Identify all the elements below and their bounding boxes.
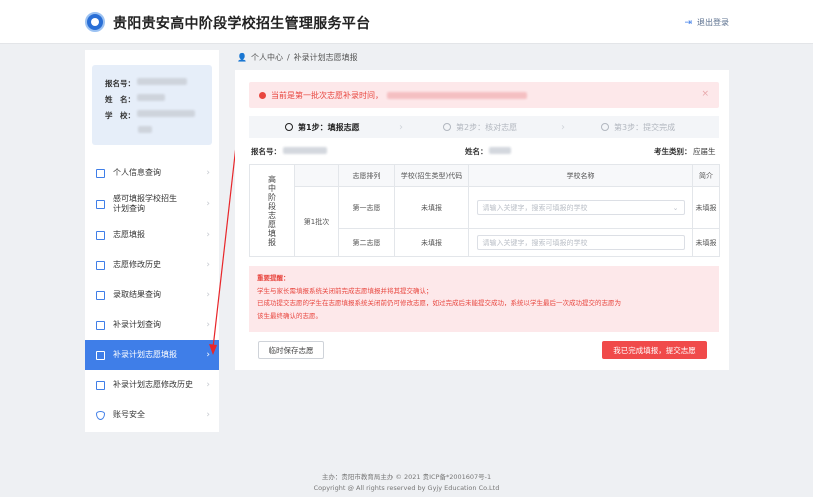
profile-school-value-redacted (137, 110, 195, 117)
alert-icon (259, 91, 266, 99)
sidebar-item-personal-info[interactable]: 个人信息查询 › (85, 158, 219, 188)
sidebar-item-volunteer-fill[interactable]: 志愿填报 › (85, 220, 219, 250)
profile-name-row: 姓 名： (105, 94, 165, 105)
table-row: 第1批次 第一志愿 未填报 请输入关键字，搜索可填报的学校 ⌄ 未填报 (250, 186, 720, 257)
plan-icon (96, 320, 105, 330)
notice-line: 该生最终确认的志愿。 (257, 311, 322, 320)
table-header-order: 志愿排列 (338, 164, 395, 187)
submit-button[interactable]: 我已完成填报，提交志愿 (602, 341, 707, 359)
sidebar-item-volunteer-history[interactable]: 志愿修改历史 › (85, 250, 219, 280)
step-3: 第3步：提交完成 (601, 122, 675, 133)
step-indicator: 第1步：填报志愿 › 第2步：核对志愿 › 第3步：提交完成 (249, 116, 719, 138)
main-panel: 当前是第一批次志愿补录时间， × 第1步：填报志愿 › 第2步：核对志愿 › 第… (235, 70, 729, 370)
school-select-1[interactable]: 请输入关键字，搜索可填报的学校 ⌄ (476, 200, 685, 215)
school-icon (96, 199, 105, 209)
close-icon[interactable]: × (701, 89, 709, 99)
pencil-icon (96, 230, 105, 240)
student-type-label: 考生类别： (654, 147, 692, 156)
step-2: 第2步：核对志愿 (443, 122, 517, 133)
table-header-school: 学校名称 (468, 164, 693, 187)
school-select-2[interactable]: 请输入关键字，搜索可填报的学校 (476, 235, 685, 250)
sidebar-item-supplement-history[interactable]: 补录计划志愿修改历史 › (85, 370, 219, 400)
user-icon: 👤 (237, 53, 247, 62)
important-notice: 重要提醒： 学生与家长需填报系统关闭前完成志愿填报并将其提交确认； 已成功提交志… (249, 266, 719, 332)
profile-school-value-redacted-2 (138, 126, 152, 133)
table-header-batch (294, 164, 339, 187)
alert-text: 当前是第一批次志愿补录时间， (271, 90, 383, 100)
profile-reg-label: 报名号： (105, 79, 135, 88)
chevron-right-icon: › (561, 121, 565, 133)
history-icon (96, 380, 105, 390)
time-alert: 当前是第一批次志愿补录时间， × (249, 82, 719, 108)
logout-label: 退出登录 (697, 18, 729, 27)
breadcrumb-home[interactable]: 个人中心 (251, 52, 283, 63)
footer: 主办：贵阳市教育局主办 © 2021 贵ICP备*2001607号-1 Copy… (0, 472, 813, 494)
sidebar-item-supplement-fill[interactable]: 补录计划志愿填报 › (85, 340, 219, 370)
platform-logo-icon (85, 12, 105, 32)
chevron-right-icon: › (206, 410, 210, 420)
student-reg-redacted (283, 147, 327, 154)
volunteer-table: 高中阶段志愿填报 志愿排列 学校(招生类型)代码 学校名称 简介 第1批次 第一… (249, 164, 720, 257)
step-circle-icon (601, 123, 609, 131)
school-select-cell: 请输入关键字，搜索可填报的学校 (468, 228, 693, 257)
order-cell: 第一志愿 (338, 186, 395, 229)
logout-icon: ⇥ (684, 17, 692, 28)
logout-button[interactable]: ⇥ 退出登录 (684, 17, 729, 28)
batch-cell: 第1批次 (294, 186, 339, 257)
table-side-label: 高中阶段志愿填报 (249, 164, 295, 257)
breadcrumb-current: 补录计划志愿填报 (293, 53, 358, 62)
search-doc-icon (96, 290, 105, 300)
table-header-code: 学校(招生类型)代码 (394, 164, 469, 187)
order-cell: 第二志愿 (338, 228, 395, 257)
top-header: 贵阳贵安高中阶段学校招生管理服务平台 ⇥ 退出登录 (0, 0, 813, 44)
breadcrumb-separator: / (286, 53, 290, 62)
table-header-intro: 简介 (692, 164, 720, 187)
sidebar-item-school-plan[interactable]: 感可填报学校招生计划查询 › (85, 188, 219, 220)
student-reg-label: 报名号： (251, 147, 281, 156)
select-placeholder: 请输入关键字，搜索可填报的学校 (482, 238, 588, 247)
form-icon (96, 350, 105, 360)
chevron-right-icon: › (206, 380, 210, 390)
notice-title: 重要提醒： (257, 274, 290, 282)
school-select-cell: 请输入关键字，搜索可填报的学校 ⌄ (468, 186, 693, 229)
alert-time-redacted (387, 91, 527, 99)
site-title: 贵阳贵安高中阶段学校招生管理服务平台 (113, 16, 371, 32)
intro-cell: 未填报 (692, 228, 720, 257)
profile-name-value-redacted (137, 94, 165, 101)
step-1: 第1步：填报志愿 (285, 122, 360, 133)
student-name-redacted (489, 147, 511, 154)
step-1-label: 第1步：填报志愿 (298, 122, 360, 132)
chevron-right-icon: › (399, 121, 403, 133)
id-card-icon (96, 168, 105, 178)
profile-school-row: 学 校： (105, 110, 195, 121)
profile-reg-row: 报名号： (105, 78, 187, 89)
sidebar-item-account-security[interactable]: 账号安全 › (85, 400, 219, 430)
save-draft-button[interactable]: 临时保存志愿 (258, 341, 324, 359)
student-type-value: 应届生 (693, 147, 716, 156)
intro-cell: 未填报 (692, 186, 720, 229)
edit-icon (96, 260, 105, 270)
profile-card: 报名号： 姓 名： 学 校： (92, 65, 212, 145)
profile-name-label: 姓 名： (105, 95, 135, 104)
code-cell: 未填报 (394, 228, 469, 257)
breadcrumb: 👤 个人中心 / 补录计划志愿填报 (237, 52, 358, 63)
step-2-label: 第2步：核对志愿 (456, 122, 518, 132)
chevron-down-icon: ⌄ (672, 203, 679, 212)
footer-line-2: Copyright @ All rights reserved by Gyjy … (313, 484, 500, 492)
shield-icon (96, 410, 105, 420)
step-circle-icon (285, 123, 293, 131)
profile-school-label: 学 校： (105, 111, 135, 120)
code-cell: 未填报 (394, 186, 469, 229)
notice-line: 学生与家长需填报系统关闭前完成志愿填报并将其提交确认； (257, 286, 433, 295)
student-name-label: 姓名： (465, 147, 488, 156)
profile-reg-value-redacted (137, 78, 187, 85)
notice-line: 已成功提交志愿的学生在志愿填报系统关闭前仍可修改志愿，如过完成后未能提交成功，系… (257, 299, 621, 307)
select-placeholder: 请输入关键字，搜索可填报的学校 (482, 203, 588, 212)
footer-line-1: 主办：贵阳市教育局主办 © 2021 贵ICP备*2001607号-1 (321, 473, 492, 481)
sidebar-item-admission-result[interactable]: 录取结果查询 › (85, 280, 219, 310)
step-3-label: 第3步：提交完成 (614, 122, 676, 132)
step-circle-icon (443, 123, 451, 131)
sidebar-item-supplement-plan[interactable]: 补录计划查询 › (85, 310, 219, 340)
sidebar: 报名号： 姓 名： 学 校： 个人信息查询 › 感可填报学校招生计划查询 › 志… (85, 50, 219, 432)
